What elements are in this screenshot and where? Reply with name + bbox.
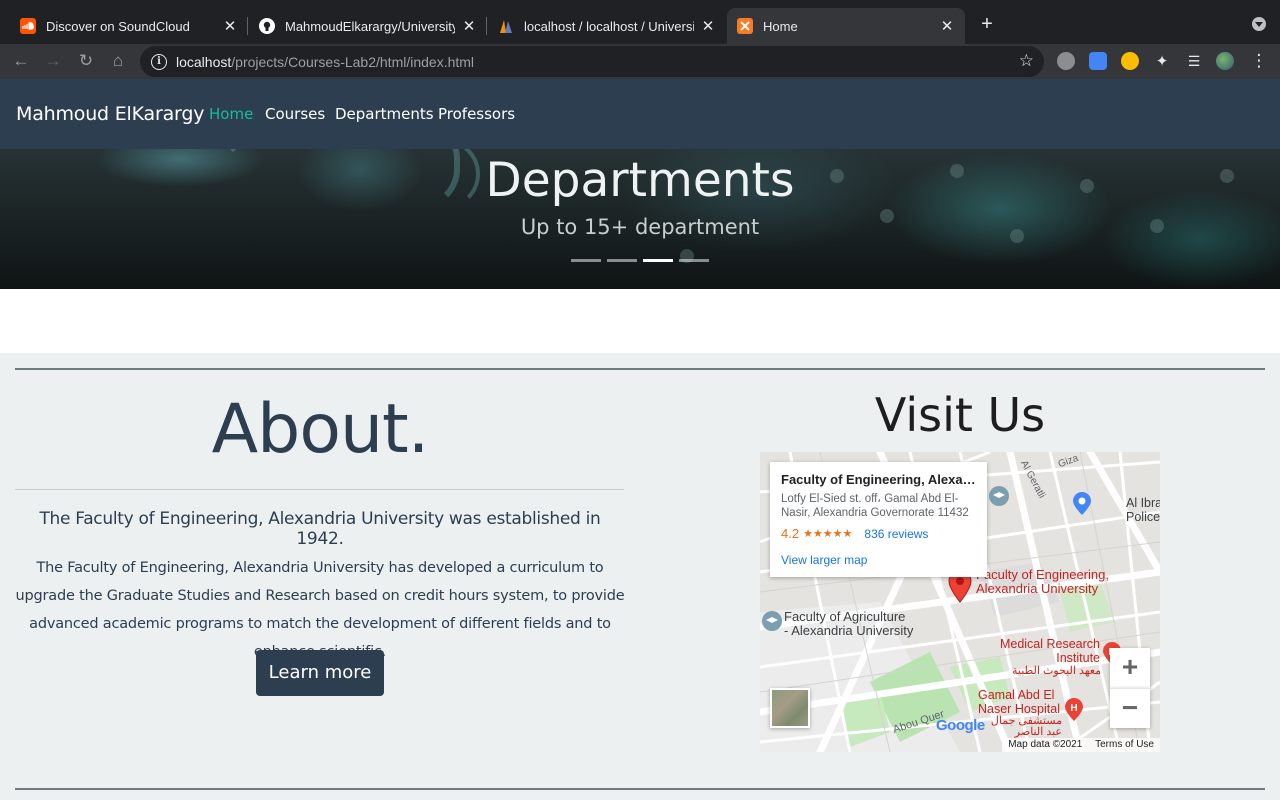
- section-divider-top: [15, 368, 1265, 370]
- tab-title: Discover on SoundCloud: [46, 18, 190, 34]
- map-label-medical-arabic: معهد البحوث الطبية: [1012, 665, 1101, 677]
- home-icon[interactable]: ⌂: [107, 50, 129, 72]
- address-bar[interactable]: i localhost/projects/Courses-Lab2/html/i…: [140, 46, 1044, 77]
- section-divider-bottom: [15, 788, 1265, 790]
- close-tab-icon[interactable]: ✕: [700, 17, 716, 35]
- browser-tab-bar: Discover on SoundCloud ✕ MahmoudElkararg…: [0, 0, 1280, 44]
- map-label-faculty-agriculture[interactable]: Faculty of Agriculture - Alexandria Univ…: [784, 610, 913, 638]
- browser-toolbar: ← → ↻ ⌂ i localhost/projects/Courses-Lab…: [0, 44, 1280, 79]
- content-spacer: [0, 289, 1280, 353]
- google-translate-icon[interactable]: [1089, 52, 1107, 70]
- new-tab-button[interactable]: +: [976, 14, 998, 36]
- extensions-puzzle-icon[interactable]: ✦: [1153, 52, 1171, 70]
- hero-title: Departments: [485, 153, 795, 208]
- map-zoom-in-button[interactable]: +: [1110, 648, 1150, 688]
- browser-menu-icon[interactable]: ⋮: [1248, 50, 1270, 72]
- nav-link-departments[interactable]: Departments: [335, 105, 434, 123]
- site-navbar: Mahmoud ElKarargy Home Courses Departmen…: [0, 79, 1280, 149]
- url-path: /projects/Courses-Lab2/html/index.html: [231, 53, 475, 70]
- back-arrow-icon[interactable]: ←: [10, 50, 32, 72]
- map-label-hospital[interactable]: Gamal Abd El Naser Hospital: [978, 688, 1060, 716]
- map-label-police[interactable]: Al Ibra Police: [1126, 496, 1160, 524]
- map-satellite-toggle[interactable]: [770, 688, 810, 728]
- map-reviews-link[interactable]: 836 reviews: [864, 527, 928, 541]
- carousel-indicator-3[interactable]: [643, 259, 673, 262]
- view-larger-map-link[interactable]: View larger map: [781, 553, 976, 567]
- reload-icon[interactable]: ↻: [75, 50, 97, 72]
- carousel-indicator-2[interactable]: [607, 259, 637, 262]
- hero-subtitle: Up to 15+ department: [520, 215, 760, 239]
- tab-separator: [486, 17, 487, 35]
- map-place-card: Faculty of Engineering, Alexan... Lotfy …: [770, 462, 987, 577]
- map-place-address: Lotfy El-Sied st. off، Gamal Abd El-Nasi…: [781, 493, 969, 519]
- tab-title: Home: [763, 18, 798, 34]
- tab-title: localhost / localhost / Universit: [524, 18, 694, 34]
- browser-tab-home[interactable]: Home ✕: [727, 8, 965, 44]
- map-rating-value: 4.2: [781, 526, 800, 541]
- close-tab-icon[interactable]: ✕: [222, 17, 238, 35]
- carousel-indicator-1[interactable]: [571, 259, 601, 262]
- url-host: localhost: [176, 53, 232, 70]
- map-data-attribution: Map data ©2021: [1008, 739, 1083, 750]
- hospital-poi-icon[interactable]: H: [1064, 698, 1084, 722]
- soundcloud-icon: [20, 18, 36, 34]
- google-map-embed[interactable]: H H Faculty of Engineering, Alexandria U…: [760, 452, 1160, 752]
- hero-carousel[interactable]: Departments Up to 15+ department: [0, 149, 1280, 289]
- tab-title: MahmoudElkarargy/University-: [285, 18, 455, 34]
- google-logo: Google: [936, 717, 985, 734]
- about-lead: The Faculty of Engineering, Alexandria U…: [39, 509, 601, 549]
- tab-search-icon[interactable]: [1252, 17, 1266, 31]
- phpmyadmin-icon: [498, 18, 514, 34]
- school-poi-icon[interactable]: [988, 485, 1010, 507]
- map-terms-link[interactable]: Terms of Use: [1095, 739, 1154, 750]
- map-zoom-out-button[interactable]: −: [1110, 688, 1150, 728]
- browser-tab-phpmyadmin[interactable]: localhost / localhost / Universit ✕: [488, 8, 726, 44]
- tab-separator: [247, 17, 248, 35]
- visit-us-title: Visit Us: [874, 388, 1046, 442]
- nav-link-home[interactable]: Home: [209, 105, 253, 123]
- about-divider: [15, 489, 624, 490]
- url-text: localhost/projects/Courses-Lab2/html/ind…: [176, 54, 474, 70]
- map-footer: Map data ©2021 Terms of Use: [1002, 738, 1160, 752]
- browser-tab-soundcloud[interactable]: Discover on SoundCloud ✕: [10, 8, 248, 44]
- close-tab-icon[interactable]: ✕: [939, 17, 955, 35]
- reading-list-icon[interactable]: ☰: [1185, 52, 1203, 70]
- learn-more-button[interactable]: Learn more: [256, 650, 384, 696]
- school-poi-icon[interactable]: [761, 610, 783, 632]
- about-title: About.: [211, 390, 430, 469]
- profile-avatar[interactable]: [1216, 52, 1234, 70]
- svg-text:H: H: [1070, 703, 1077, 714]
- navbar-brand[interactable]: Mahmoud ElKarargy: [16, 103, 204, 125]
- nav-link-courses[interactable]: Courses: [265, 105, 325, 123]
- police-poi-icon[interactable]: [1072, 492, 1092, 516]
- rating-stars-icon: ★★★★★: [803, 528, 853, 540]
- carousel-indicator-4[interactable]: [679, 259, 709, 262]
- extension-pocket-icon[interactable]: [1057, 52, 1075, 70]
- bookmark-star-icon[interactable]: ☆: [1019, 51, 1034, 71]
- xampp-icon: [737, 18, 753, 34]
- map-place-name: Faculty of Engineering, Alexan...: [781, 472, 976, 487]
- map-label-medical-research[interactable]: Medical Research Institute: [990, 637, 1100, 665]
- site-info-icon[interactable]: i: [151, 53, 167, 70]
- browser-tab-github[interactable]: MahmoudElkarargy/University- ✕: [249, 8, 487, 44]
- extension-compass-icon[interactable]: [1121, 52, 1139, 70]
- close-tab-icon[interactable]: ✕: [461, 17, 477, 35]
- map-rating-row: 4.2 ★★★★★ 836 reviews: [781, 526, 976, 541]
- map-label-hospital-arabic: مستشفى جمال عبد الناصر: [990, 715, 1062, 738]
- map-label-faculty-engineering[interactable]: Faculty of Engineering, Alexandria Unive…: [976, 568, 1109, 596]
- nav-link-professors[interactable]: Professors: [438, 105, 515, 123]
- forward-arrow-icon[interactable]: →: [42, 50, 64, 72]
- github-icon: [259, 18, 275, 34]
